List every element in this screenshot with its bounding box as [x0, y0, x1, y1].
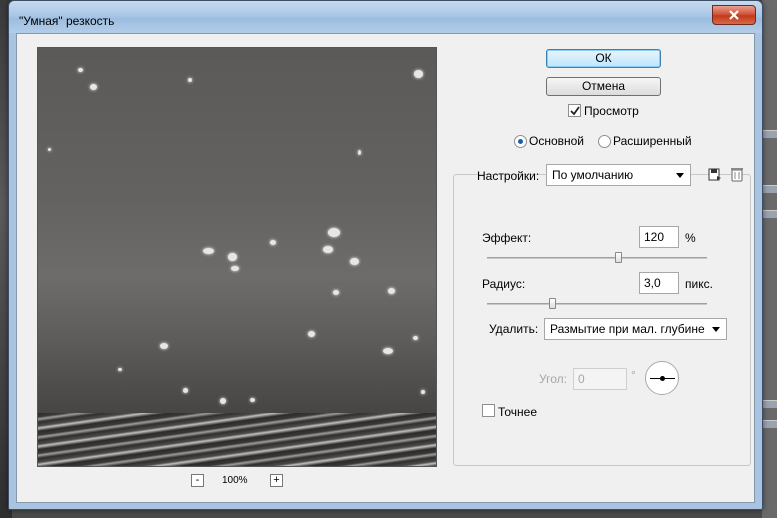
effect-slider-thumb[interactable] — [615, 252, 622, 263]
close-button[interactable] — [712, 5, 756, 25]
radius-slider-track[interactable] — [487, 303, 707, 305]
save-settings-icon[interactable] — [708, 166, 722, 182]
bg-strip — [762, 130, 777, 138]
title-bar[interactable]: "Умная" резкость — [9, 1, 762, 33]
mode-advanced-radio[interactable] — [598, 135, 611, 148]
angle-label: Угол: — [539, 372, 567, 386]
settings-value: По умолчанию — [552, 168, 634, 182]
ok-button[interactable]: ОК — [546, 49, 661, 68]
zoom-level: 100% — [222, 475, 248, 486]
remove-label: Удалить: — [489, 322, 539, 336]
radius-slider-thumb[interactable] — [549, 298, 556, 309]
precise-checkbox[interactable] — [482, 404, 495, 417]
effect-unit: % — [685, 231, 696, 245]
water-surface — [38, 413, 436, 466]
precise-label: Точнее — [498, 405, 538, 419]
bg-strip — [762, 185, 777, 193]
cancel-button[interactable]: Отмена — [546, 77, 661, 96]
trash-icon[interactable] — [730, 166, 744, 182]
angle-unit: ° — [631, 368, 636, 382]
zoom-out-button[interactable]: - — [191, 474, 204, 487]
chevron-down-icon — [712, 327, 720, 332]
mode-basic-radio[interactable] — [514, 135, 527, 148]
radius-input[interactable]: 3,0 — [639, 272, 679, 294]
radius-unit: пикс. — [685, 277, 713, 291]
close-icon — [729, 10, 739, 20]
effect-input[interactable]: 120 — [639, 226, 679, 248]
dialog-body: - 100% + ОК Отмена Просмотр Основной Рас… — [16, 33, 755, 503]
window-title: "Умная" резкость — [19, 14, 115, 28]
bg-strip — [762, 400, 777, 408]
bg-strip — [762, 420, 777, 428]
zoom-in-button[interactable]: + — [270, 474, 283, 487]
preview-checkbox[interactable] — [568, 104, 581, 117]
checkmark-icon — [570, 106, 580, 116]
smart-sharpen-dialog: "Умная" резкость - 100% + ОК Отмена Прос… — [8, 0, 763, 510]
preview-image[interactable] — [37, 47, 437, 467]
chevron-down-icon — [676, 173, 684, 178]
settings-dropdown[interactable]: По умолчанию — [546, 164, 691, 186]
bg-strip — [762, 210, 777, 218]
remove-value: Размытие при мал. глубине — [550, 322, 705, 336]
angle-input[interactable]: 0 — [573, 368, 627, 390]
effect-label: Эффект: — [482, 231, 532, 245]
preview-label: Просмотр — [584, 104, 639, 118]
angle-dial[interactable] — [645, 361, 679, 395]
remove-dropdown[interactable]: Размытие при мал. глубине — [544, 318, 727, 340]
radius-label: Радиус: — [482, 277, 526, 291]
mode-basic-label: Основной — [529, 134, 585, 148]
settings-label: Настройки: — [477, 169, 540, 183]
effect-slider-track[interactable] — [487, 257, 707, 259]
background-app-right — [762, 0, 777, 518]
mode-advanced-label: Расширенный — [613, 134, 692, 148]
